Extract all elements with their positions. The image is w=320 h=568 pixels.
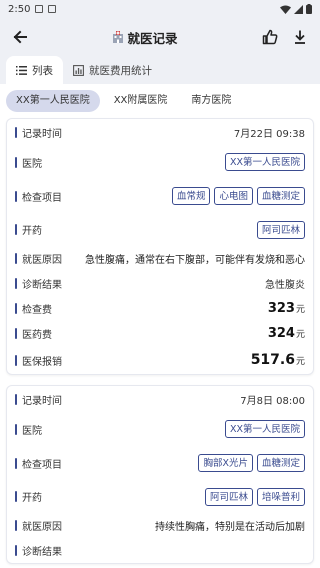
- accent-bar: [15, 520, 17, 531]
- hospital-tag[interactable]: XX第一人民医院: [224, 420, 305, 438]
- thumbs-up-icon: [262, 29, 278, 45]
- wifi-icon: [280, 5, 291, 14]
- signal-icon: [294, 4, 303, 14]
- hospital-row: 医院 XX第一人民医院: [15, 145, 305, 179]
- download-icon: [294, 30, 305, 44]
- label-exams: 检查项目: [22, 192, 62, 204]
- label-hospital: 医院: [22, 158, 42, 170]
- exam-fee-row: 检查费 323 元: [15, 296, 305, 321]
- label-reason: 就医原因: [22, 255, 62, 266]
- diagnosis-row: 诊断结果 急性腹炎: [15, 271, 305, 296]
- exams-row: 检查项目 血常规 心电图 血糖测定: [15, 179, 305, 213]
- accent-bar: [15, 303, 17, 314]
- medicine-row: 开药 阿司匹林 培哚普利: [15, 480, 305, 513]
- hospital-filter: XX第一人民医院 XX附属医院 南方医院: [0, 90, 320, 118]
- accent-bar: [15, 457, 17, 469]
- accent-bar: [15, 278, 17, 289]
- accent-bar: [15, 491, 17, 502]
- tab-cost-stats[interactable]: 就医费用统计: [63, 56, 162, 84]
- reason-row: 就医原因 急性腹痛，通常在右下腹部，可能伴有发烧和恶心: [15, 246, 305, 271]
- label-medicine: 开药: [22, 493, 42, 504]
- label-time: 记录时间: [22, 128, 62, 140]
- tab-cost-stats-label: 就医费用统计: [89, 64, 152, 77]
- reason-text: 持续性胸痛，特别是在活动后加剧: [155, 522, 305, 533]
- accent-bar: [15, 126, 17, 138]
- tab-list-label: 列表: [32, 64, 53, 77]
- exams-row: 检查项目 胸部X光片 血糖测定: [15, 446, 305, 480]
- record-card[interactable]: 记录时间 7月8日 08:00 医院 XX第一人民医院 检查项目 胸部X光片 血…: [6, 385, 314, 564]
- exam-tag[interactable]: 血糖测定: [256, 454, 305, 472]
- label-time: 记录时间: [22, 395, 62, 407]
- exam-tag[interactable]: 胸部X光片: [198, 454, 253, 472]
- status-bar: 2:50: [0, 0, 320, 18]
- hospital-row: 医院 XX第一人民医院: [15, 412, 305, 446]
- record-time: 7月22日 09:38: [233, 128, 305, 140]
- status-time: 2:50: [8, 3, 31, 15]
- accent-bar: [15, 545, 17, 556]
- accent-bar: [15, 354, 17, 366]
- medicine-tag[interactable]: 阿司匹林: [256, 220, 305, 239]
- accent-bar: [15, 328, 17, 339]
- battery-icon: [306, 4, 312, 14]
- record-card[interactable]: 记录时间 7月22日 09:38 医院 XX第一人民医院 检查项目 血常规 心电…: [6, 118, 314, 375]
- diagnosis-text: 急性腹炎: [265, 280, 305, 291]
- accent-bar: [15, 224, 17, 235]
- label-insurance: 医保报销: [22, 356, 62, 368]
- label-exam-fee: 检查费: [22, 305, 52, 316]
- back-arrow-icon: [13, 30, 27, 44]
- exam-tag[interactable]: 血糖测定: [256, 187, 305, 205]
- hospital-chip[interactable]: 南方医院: [181, 90, 241, 112]
- label-diagnosis: 诊断结果: [22, 280, 62, 291]
- exam-tag[interactable]: 心电图: [214, 187, 253, 205]
- record-time: 7月8日 08:00: [240, 395, 305, 407]
- download-button[interactable]: [288, 25, 312, 49]
- content-panel: XX第一人民医院 XX附属医院 南方医院 记录时间 7月22日 09:38 医院…: [0, 84, 320, 568]
- medical-fee-row: 医药费 324 元: [15, 321, 305, 346]
- medical-fee-value: 324: [267, 326, 295, 341]
- notification-icon: [48, 5, 57, 13]
- medicine-row: 开药 阿司匹林: [15, 213, 305, 246]
- label-diagnosis: 诊断结果: [22, 547, 62, 558]
- exam-fee-value: 323: [267, 301, 295, 316]
- chart-icon: [73, 64, 84, 76]
- currency-unit: 元: [295, 357, 305, 367]
- medicine-tag[interactable]: 培哚普利: [256, 487, 305, 506]
- record-time-row: 记录时间 7月8日 08:00: [15, 386, 305, 412]
- back-button[interactable]: [8, 25, 32, 49]
- accent-bar: [15, 156, 17, 168]
- list-icon: [16, 65, 27, 75]
- app-bar: 就医记录: [0, 18, 320, 56]
- page-title: 就医记录: [112, 28, 178, 47]
- insurance-value: 517.6: [250, 352, 295, 368]
- label-exams: 检查项目: [22, 459, 62, 471]
- accent-bar: [15, 393, 17, 405]
- view-tabs: 列表 就医费用统计: [0, 56, 320, 84]
- hospital-chip[interactable]: XX第一人民医院: [6, 90, 100, 112]
- reason-text: 急性腹痛，通常在右下腹部，可能伴有发烧和恶心: [85, 255, 305, 266]
- hospital-tag[interactable]: XX第一人民医院: [224, 153, 305, 171]
- label-medicine: 开药: [22, 226, 42, 237]
- reason-row: 就医原因 持续性胸痛，特别是在活动后加剧: [15, 513, 305, 538]
- notification-icon: [35, 5, 44, 13]
- label-medical-fee: 医药费: [22, 330, 52, 341]
- exam-tag[interactable]: 血常规: [171, 187, 211, 205]
- label-hospital: 医院: [22, 425, 42, 437]
- currency-unit: 元: [295, 305, 305, 315]
- label-reason: 就医原因: [22, 522, 62, 533]
- hospital-icon: [113, 31, 124, 43]
- record-time-row: 记录时间 7月22日 09:38: [15, 119, 305, 145]
- tab-list[interactable]: 列表: [6, 56, 63, 84]
- currency-unit: 元: [295, 330, 305, 340]
- diagnosis-row: 诊断结果: [15, 538, 305, 563]
- insurance-row: 医保报销 517.6 元: [15, 346, 305, 374]
- accent-bar: [15, 253, 17, 264]
- accent-bar: [15, 423, 17, 435]
- medicine-tag[interactable]: 阿司匹林: [204, 487, 253, 506]
- like-button[interactable]: [258, 25, 282, 49]
- accent-bar: [15, 190, 17, 202]
- page-title-text: 就医记录: [127, 30, 178, 46]
- hospital-chip[interactable]: XX附属医院: [104, 90, 178, 112]
